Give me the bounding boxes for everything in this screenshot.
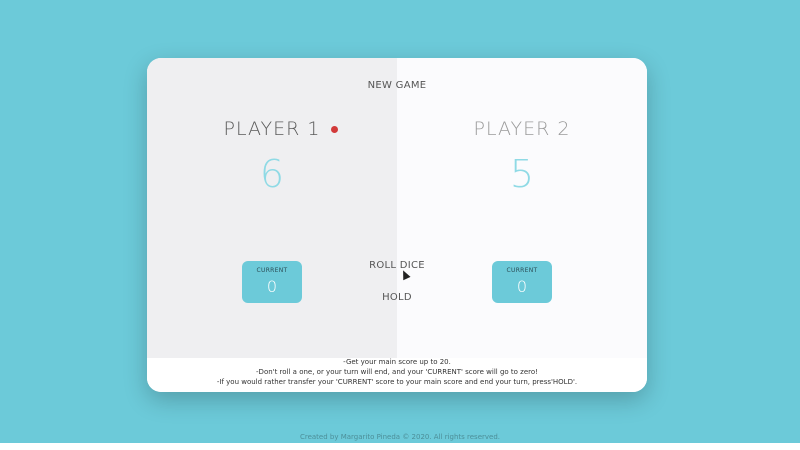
- player-1-name: PLAYER 1: [223, 118, 321, 140]
- player-1-score: 6: [259, 152, 285, 196]
- player-2-name: PLAYER 2: [473, 118, 571, 140]
- active-player-indicator: [331, 126, 338, 133]
- player-2-current-value: 0: [516, 277, 528, 296]
- player-1-current-box: CURRENT 0: [242, 261, 302, 303]
- page-bottom-strip: [0, 443, 800, 450]
- credits-footer: Created by Margarito Pineda © 2020. All …: [299, 433, 501, 441]
- new-game-button[interactable]: NEW GAME: [322, 80, 472, 91]
- player-1-panel: PLAYER 1 6 CURRENT 0: [147, 58, 397, 358]
- roll-dice-button[interactable]: ROLL DICE: [322, 260, 472, 271]
- player-2-current-box: CURRENT 0: [492, 261, 552, 303]
- rule-line: -If you would rather transfer your 'CURR…: [216, 378, 578, 386]
- rule-line: -Get your main score up to 20.: [343, 358, 451, 366]
- player-2-panel: PLAYER 2 5: [397, 58, 647, 358]
- player-1-current-label: CURRENT: [256, 267, 288, 274]
- player-2-score: 5: [509, 152, 535, 196]
- rule-line: -Don't roll a one, or your turn will end…: [256, 368, 538, 376]
- player-2-current-label: CURRENT: [506, 267, 538, 274]
- hold-button[interactable]: HOLD: [322, 292, 472, 303]
- player-1-current-value: 0: [266, 277, 278, 296]
- game-board: PLAYER 1 6 CURRENT 0 PLAYER 2 5 CURRENT …: [147, 58, 647, 392]
